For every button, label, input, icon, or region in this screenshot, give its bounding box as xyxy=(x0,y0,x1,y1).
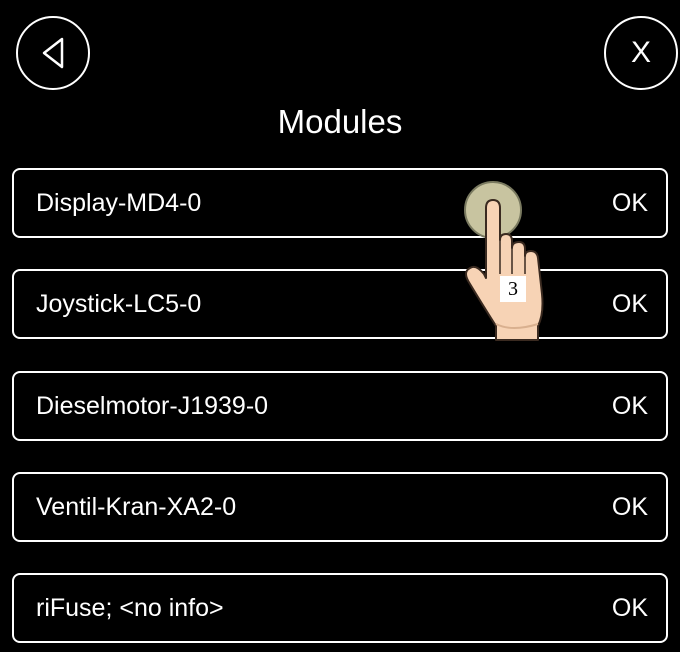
back-button[interactable] xyxy=(16,16,90,90)
module-row-ventil-kran[interactable]: Ventil-Kran-XA2-0 OK xyxy=(12,472,668,542)
module-name: Dieselmotor-J1939-0 xyxy=(36,392,269,420)
module-row-display[interactable]: Display-MD4-0 OK xyxy=(12,168,668,238)
module-status: OK xyxy=(611,392,648,420)
module-status: OK xyxy=(611,493,648,521)
module-name: Display-MD4-0 xyxy=(36,189,202,217)
module-row-joystick[interactable]: Joystick-LC5-0 OK xyxy=(12,269,668,339)
close-icon: X xyxy=(630,36,651,69)
module-status: OK xyxy=(611,290,648,318)
back-arrow-icon xyxy=(42,37,64,69)
tap-hand-icon xyxy=(464,181,544,341)
module-name: Joystick-LC5-0 xyxy=(36,290,202,318)
gesture-step-number: 3 xyxy=(500,276,526,302)
module-row-dieselmotor[interactable]: Dieselmotor-J1939-0 OK xyxy=(12,371,668,441)
module-name: Ventil-Kran-XA2-0 xyxy=(36,493,237,521)
page-title: Modules xyxy=(277,103,403,140)
module-row-rifuse[interactable]: riFuse; <no info> OK xyxy=(12,573,668,643)
module-status: OK xyxy=(611,189,648,217)
module-status: OK xyxy=(611,594,648,622)
module-name: riFuse; <no info> xyxy=(36,594,224,622)
close-button[interactable]: X xyxy=(604,16,678,90)
device-screen: X Modules Display-MD4-0 OK Joystick-LC5-… xyxy=(0,0,680,654)
